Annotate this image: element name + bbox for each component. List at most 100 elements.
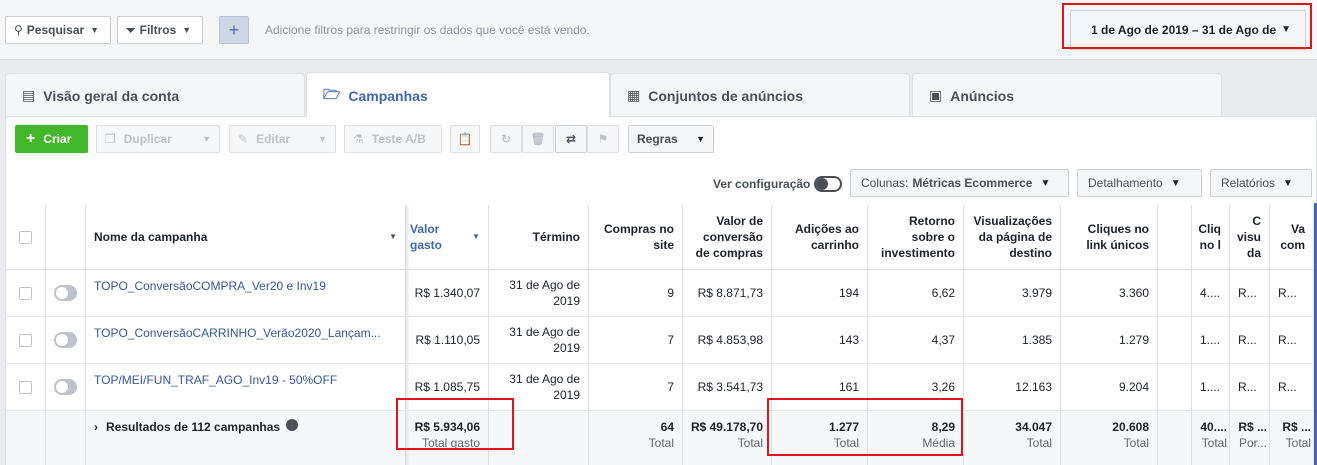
select-all-checkbox[interactable] — [19, 230, 32, 244]
totals-value: R$ 49.178,70 — [690, 420, 763, 434]
totals-sub: Total gasto — [421, 436, 480, 450]
header-unique-link-clicks[interactable]: Cliques no link únicos — [1061, 205, 1158, 270]
header-purchases[interactable]: Compras no site — [589, 205, 683, 270]
chevron-down-icon: ▼ — [696, 134, 705, 144]
campaign-name-cell: TOP/MEI/FUN_TRAF_AGO_Inv19 - 50%OFF — [86, 364, 406, 411]
breakdown-label: Detalhamento — [1088, 176, 1163, 190]
end-date-cell: 31 de Ago de 2019 — [489, 317, 589, 364]
col-c-cell: R... — [1270, 270, 1314, 317]
purchases-cell: 9 — [589, 270, 683, 317]
add-to-cart-cell: 194 — [772, 270, 868, 317]
header-label: Cliques no link únicos — [1086, 222, 1149, 252]
spacer-cell — [1158, 270, 1192, 317]
totals-label-cell[interactable]: › Resultados de 112 campanhas i — [86, 411, 406, 465]
export-button[interactable]: ⇄ — [555, 125, 587, 153]
create-button[interactable]: + Criar — [15, 125, 88, 153]
campaign-link[interactable]: TOPO_ConversãoCOMPRA_Ver20 e Inv19 — [94, 278, 326, 294]
landing-views-cell: 12.163 — [964, 364, 1061, 411]
campaign-name-cell: TOPO_ConversãoCOMPRA_Ver20 e Inv19 — [86, 270, 406, 317]
header-campaign-name[interactable]: Nome da campanha ▼ — [86, 205, 406, 270]
col-c-cell: R... — [1270, 364, 1314, 411]
roas-cell: 4,37 — [868, 317, 964, 364]
clipboard-button[interactable]: 📋 — [450, 125, 480, 153]
header-roas[interactable]: Retorno sobre o investimento — [868, 205, 964, 270]
row-checkbox[interactable] — [19, 333, 32, 347]
totals-value: R$ 5.934,06 — [414, 420, 480, 434]
grid-icon: ▦ — [627, 87, 641, 103]
header-end-date[interactable]: Término — [489, 205, 589, 270]
duplicate-button[interactable]: ❐ Duplicar ▼ — [96, 125, 220, 153]
landing-views-cell: 3.979 — [964, 270, 1061, 317]
view-config-toggle[interactable] — [814, 176, 843, 192]
breakdown-dropdown[interactable]: Detalhamento ▼ — [1077, 169, 1202, 197]
header-label: Va com — [1280, 222, 1305, 252]
campaign-toggle[interactable] — [54, 285, 77, 301]
campaign-link[interactable]: TOP/MEI/FUN_TRAF_AGO_Inv19 - 50%OFF — [94, 372, 337, 388]
tab-campaigns[interactable]: 🗁 Campanhas — [306, 72, 610, 118]
chevron-right-icon: › — [94, 420, 98, 434]
header-label: C visu da — [1236, 214, 1261, 260]
rules-label: Regras — [637, 132, 678, 146]
totals-add-to-cart: 1.277 Total — [772, 411, 868, 465]
col-b-cell: R... — [1230, 270, 1270, 317]
edit-button[interactable]: ✎ Editar ▼ — [229, 125, 336, 153]
campaign-toggle[interactable] — [54, 379, 77, 395]
header-label: Visualizações da página de destino — [973, 214, 1053, 260]
header-col-c[interactable]: Va com — [1270, 205, 1314, 270]
row-checkbox[interactable] — [19, 380, 32, 394]
totals-sub: Total — [1285, 436, 1311, 450]
columns-dropdown[interactable]: Colunas: Métricas Ecommerce ▼ — [850, 169, 1069, 197]
rules-button[interactable]: Regras ▼ — [628, 125, 714, 153]
tab-ad-sets[interactable]: ▦ Conjuntos de anúncios — [610, 73, 910, 117]
campaigns-panel: + Criar ❐ Duplicar ▼ ✎ Editar ▼ ⚗ Teste … — [5, 116, 1317, 465]
duplicate-label: Duplicar — [123, 132, 172, 146]
chevron-down-icon: ▼ — [182, 25, 192, 35]
refresh-button[interactable]: ↻ — [490, 125, 522, 153]
totals-unique-clicks: 20.608 Total — [1061, 411, 1158, 465]
campaign-link[interactable]: TOPO_ConversãoCARRINHO_Verão2020_Lançam.… — [94, 325, 381, 341]
tab-ads[interactable]: ▣ Anúncios — [912, 73, 1222, 117]
columns-value: Métricas Ecommerce — [912, 176, 1033, 190]
totals-spend: R$ 5.934,06 Total gasto — [406, 411, 489, 465]
col-b-cell: R... — [1230, 317, 1270, 364]
search-button[interactable]: ⚲ Pesquisar ▼ — [5, 16, 111, 44]
totals-sub: Por... — [1238, 436, 1267, 450]
header-landing-page-views[interactable]: Visualizações da página de destino — [964, 205, 1061, 270]
chevron-down-icon: ▼ — [202, 134, 211, 144]
spacer-cell — [1158, 364, 1192, 411]
folder-check-icon: 🗁 — [323, 85, 341, 102]
row-checkbox[interactable] — [19, 286, 32, 300]
col-c-cell: R... — [1270, 317, 1314, 364]
header-add-to-cart[interactable]: Adições ao carrinho — [772, 205, 868, 270]
header-spend[interactable]: Valor gasto ▼ — [406, 205, 489, 270]
add-filter-button[interactable]: + — [219, 16, 249, 44]
totals-value: R$ ... — [1238, 420, 1267, 434]
table-row — [6, 270, 46, 317]
view-config[interactable]: Ver configuração — [713, 176, 843, 192]
header-label: Retorno sobre o investimento — [880, 214, 955, 260]
refresh-icon: ↻ — [500, 132, 512, 146]
header-col-b[interactable]: C visu da — [1230, 205, 1270, 270]
row-toggle-cell — [46, 317, 86, 364]
chevron-down-icon: ▼ — [1283, 177, 1293, 189]
campaign-toggle[interactable] — [54, 332, 77, 348]
tab-account-overview[interactable]: ▤ Visão geral da conta — [5, 73, 305, 117]
ab-test-label: Teste A/B — [371, 132, 426, 146]
reports-dropdown[interactable]: Relatórios ▼ — [1210, 169, 1312, 197]
export-icon: ⇄ — [565, 132, 577, 146]
chevron-down-icon: ▼ — [318, 134, 327, 144]
filters-button[interactable]: ⏷ Filtros ▼ — [117, 16, 203, 44]
spend-cell: R$ 1.085,75 — [406, 364, 489, 411]
header-conversion-value[interactable]: Valor de conversão de compras — [683, 205, 772, 270]
ab-test-button[interactable]: ⚗ Teste A/B — [344, 125, 442, 153]
filter-bar: ⚲ Pesquisar ▼ ⏷ Filtros ▼ + Adicione fil… — [0, 0, 1317, 60]
header-col-a[interactable]: Cliq no l — [1192, 205, 1230, 270]
tag-button[interactable]: ⚑ — [587, 125, 619, 153]
header-label: Término — [532, 230, 580, 244]
conversion-value-cell: R$ 8.871,73 — [683, 270, 772, 317]
tag-icon: ⚑ — [597, 132, 609, 146]
totals-value: 64 — [660, 420, 674, 434]
totals-conversion-value: R$ 49.178,70 Total — [683, 411, 772, 465]
date-range-picker[interactable]: 1 de Ago de 2019 – 31 de Ago de ▼ — [1070, 10, 1306, 50]
delete-button[interactable]: 🗑 — [522, 125, 554, 153]
